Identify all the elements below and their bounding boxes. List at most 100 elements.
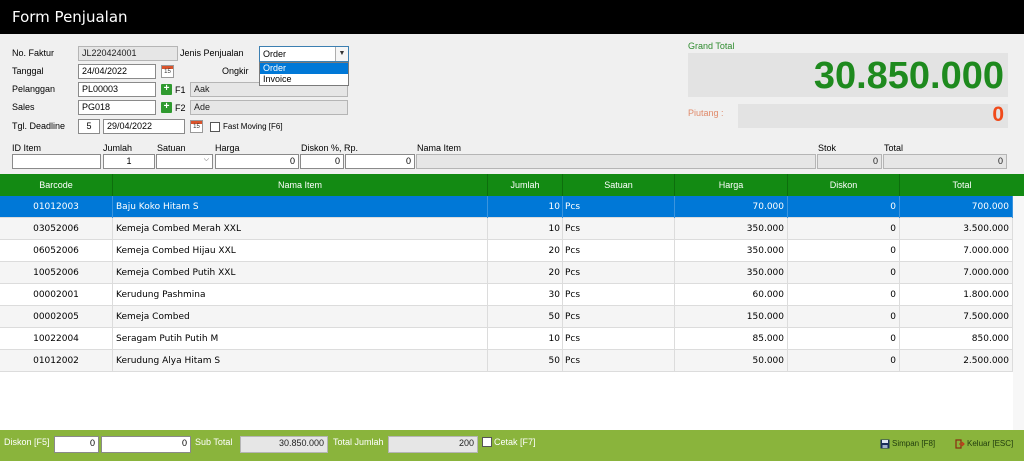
column-header-satuan[interactable]: Satuan [563,174,675,196]
cell-diskon: 0 [788,284,900,306]
cell-diskon: 0 [788,328,900,350]
footer-diskon-percent-field[interactable]: 0 [54,436,99,453]
table-row[interactable]: 10022004 Seragam Putih Putih M 10 Pcs 85… [0,328,1013,350]
cell-jumlah: 10 [488,196,563,218]
stok-label: Stok [818,143,837,153]
column-header-harga[interactable]: Harga [675,174,788,196]
plus-icon[interactable]: + [161,84,172,95]
cell-barcode: 01012002 [0,350,113,372]
grand-total-panel: 30.850.000 [688,53,1008,97]
piutang-panel: 0 [738,103,1008,128]
piutang-value: 0 [992,103,1004,126]
cell-satuan: Pcs [563,240,675,262]
table-row[interactable]: 10052006 Kemeja Combed Putih XXL 20 Pcs … [0,262,1013,284]
table-row[interactable]: 00002001 Kerudung Pashmina 30 Pcs 60.000… [0,284,1013,306]
table-row[interactable]: 06052006 Kemeja Combed Hijau XXL 20 Pcs … [0,240,1013,262]
deadline-date-field[interactable]: 29/04/2022 [103,119,185,134]
cell-harga: 350.000 [675,240,788,262]
vertical-scrollbar[interactable] [1013,196,1024,430]
no-faktur-field[interactable]: JL220424001 [78,46,178,61]
cell-diskon: 0 [788,240,900,262]
total-jumlah-label: Total Jumlah [333,437,384,447]
deadline-label: Tgl. Deadline [12,121,66,131]
cell-harga: 70.000 [675,196,788,218]
column-header-jumlah[interactable]: Jumlah [488,174,563,196]
id-item-label: ID Item [12,143,42,153]
deadline-days-field[interactable]: 5 [78,119,100,134]
ongkir-label: Ongkir [222,66,249,76]
table-row[interactable]: 00002005 Kemeja Combed 50 Pcs 150.000 0 … [0,306,1013,328]
sales-label: Sales [12,102,35,112]
cell-jumlah: 20 [488,262,563,284]
pelanggan-code-field[interactable]: PL00003 [78,82,156,97]
cell-barcode: 10052006 [0,262,113,284]
harga-field[interactable]: 0 [215,154,299,169]
cell-nama-item: Kemeja Combed Putih XXL [113,262,488,284]
chevron-down-icon[interactable]: ⌵ [204,156,209,164]
sales-code-field[interactable]: PG018 [78,100,156,115]
jenis-penjualan-label: Jenis Penjualan [180,48,244,58]
cell-harga: 85.000 [675,328,788,350]
calendar-icon[interactable]: 15 [190,120,203,133]
cetak-checkbox[interactable] [482,437,492,447]
cell-jumlah: 30 [488,284,563,306]
cell-jumlah: 50 [488,306,563,328]
grand-total-value: 30.850.000 [813,55,1004,97]
cell-harga: 150.000 [675,306,788,328]
column-header-nama-item[interactable]: Nama Item [113,174,488,196]
stok-field: 0 [817,154,882,169]
nama-item-label: Nama Item [417,143,462,153]
cell-total: 2.500.000 [900,350,1013,372]
grand-total-label: Grand Total [688,41,735,51]
cell-nama-item: Kerudung Alya Hitam S [113,350,488,372]
no-faktur-label: No. Faktur [12,48,55,58]
table-row[interactable]: 01012003 Baju Koko Hitam S 10 Pcs 70.000… [0,196,1013,218]
calendar-day: 15 [164,69,171,75]
cell-nama-item: Kerudung Pashmina [113,284,488,306]
simpan-button[interactable]: Simpan [F8] [880,439,935,449]
chevron-down-icon[interactable]: ▼ [335,47,348,61]
column-header-diskon[interactable]: Diskon [788,174,900,196]
diskon-rp-field[interactable]: 0 [345,154,415,169]
total-label: Total [884,143,904,153]
table-row[interactable]: 03052006 Kemeja Combed Merah XXL 10 Pcs … [0,218,1013,240]
window-title: Form Penjualan [12,8,128,26]
satuan-select[interactable]: ⌵ [156,154,213,169]
dropdown-option-invoice[interactable]: Invoice [260,74,348,85]
calendar-icon[interactable]: 15 [161,65,174,78]
table-row[interactable]: 01012002 Kerudung Alya Hitam S 50 Pcs 50… [0,350,1013,372]
cetak-label: Cetak [F7] [494,437,536,447]
keluar-button[interactable]: Keluar [ESC] [955,439,1013,449]
diskon-label: Diskon %, Rp. [301,143,359,153]
cell-nama-item: Baju Koko Hitam S [113,196,488,218]
cell-satuan: Pcs [563,306,675,328]
diskon-percent-field[interactable]: 0 [300,154,344,169]
dropdown-option-order[interactable]: Order [260,63,348,74]
cell-barcode: 06052006 [0,240,113,262]
jenis-penjualan-value: Order [263,49,287,59]
cell-diskon: 0 [788,218,900,240]
fast-moving-checkbox[interactable] [210,122,220,132]
jenis-penjualan-select[interactable]: Order ▼ [259,46,349,62]
jumlah-label: Jumlah [103,143,133,153]
cell-nama-item: Kemeja Combed [113,306,488,328]
column-header-barcode[interactable]: Barcode [0,174,113,196]
cell-barcode: 01012003 [0,196,113,218]
cell-total: 3.500.000 [900,218,1013,240]
id-item-field[interactable] [12,154,101,169]
cell-barcode: 10022004 [0,328,113,350]
sub-total-label: Sub Total [195,437,233,447]
tanggal-field[interactable]: 24/04/2022 [78,64,156,79]
footer-diskon-rp-field[interactable]: 0 [101,436,191,453]
plus-icon[interactable]: + [161,102,172,113]
cell-barcode: 03052006 [0,218,113,240]
cell-diskon: 0 [788,350,900,372]
nama-item-field [416,154,816,169]
column-header-total[interactable]: Total [900,174,1024,196]
jumlah-field[interactable]: 1 [103,154,155,169]
cell-total: 1.800.000 [900,284,1013,306]
exit-icon [955,439,965,449]
cell-harga: 350.000 [675,262,788,284]
keluar-label: Keluar [ESC] [967,439,1014,449]
cell-jumlah: 10 [488,218,563,240]
